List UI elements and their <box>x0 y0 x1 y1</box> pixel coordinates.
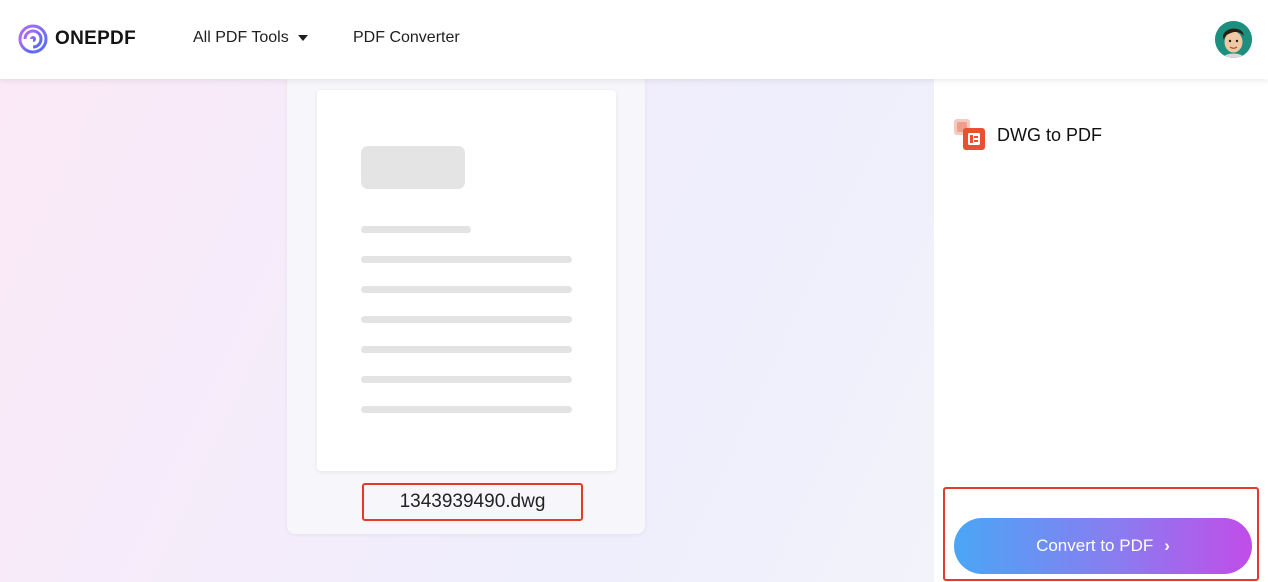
thumbnail-title-block <box>361 146 465 189</box>
file-card[interactable]: 1343939490.dwg <box>287 79 645 534</box>
caret-down-icon <box>297 35 308 41</box>
nav-pdf-converter-label: PDF Converter <box>353 29 460 46</box>
thumbnail-line <box>361 226 471 233</box>
chevron-right-icon: › <box>1164 536 1170 555</box>
user-avatar-icon <box>1215 21 1252 58</box>
thumbnail-line <box>361 286 572 293</box>
thumbnail-line <box>361 406 572 413</box>
logo-text: ONEPDF <box>55 28 136 49</box>
thumbnail-line <box>361 256 572 263</box>
onepdf-logo-icon <box>18 24 48 54</box>
nav-all-pdf-tools-label: All PDF Tools <box>193 29 289 46</box>
nav-all-pdf-tools[interactable]: All PDF Tools <box>193 29 308 47</box>
convert-to-pdf-button[interactable]: Convert to PDF › <box>954 518 1252 574</box>
dwg-file-icon <box>954 119 986 151</box>
thumbnail-line <box>361 346 572 353</box>
selected-tool: DWG to PDF <box>954 119 1102 151</box>
tool-label: DWG to PDF <box>997 124 1103 145</box>
document-thumbnail <box>317 90 616 471</box>
convert-button-label: Convert to PDF <box>1036 536 1154 555</box>
file-name: 1343939490.dwg <box>362 483 583 521</box>
conversion-panel: DWG to PDF Convert to PDF › <box>934 79 1268 582</box>
avatar[interactable] <box>1215 21 1252 58</box>
thumbnail-line <box>361 316 572 323</box>
onepdf-logo[interactable]: ONEPDF <box>18 24 136 54</box>
workspace-canvas: 1343939490.dwg <box>0 79 934 582</box>
top-navbar: ONEPDF All PDF Tools PDF Converter <box>0 0 1268 79</box>
thumbnail-line <box>361 376 572 383</box>
nav-pdf-converter[interactable]: PDF Converter <box>353 29 460 47</box>
